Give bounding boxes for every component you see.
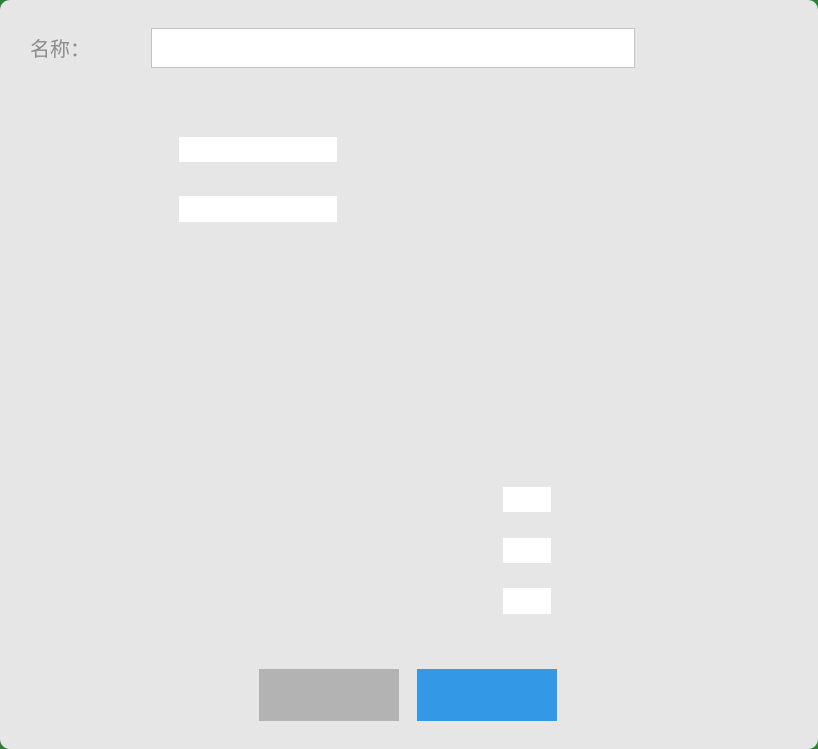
confirm-button[interactable] (417, 669, 557, 721)
dialog-panel: 名称： (0, 0, 818, 749)
text-field-1[interactable] (179, 137, 337, 162)
cancel-button[interactable] (259, 669, 399, 721)
name-input[interactable] (151, 28, 635, 68)
text-field-2[interactable] (179, 196, 337, 222)
small-field-1[interactable] (503, 487, 551, 512)
small-field-2[interactable] (503, 538, 551, 563)
name-label: 名称： (30, 37, 90, 61)
small-field-3[interactable] (503, 588, 551, 614)
